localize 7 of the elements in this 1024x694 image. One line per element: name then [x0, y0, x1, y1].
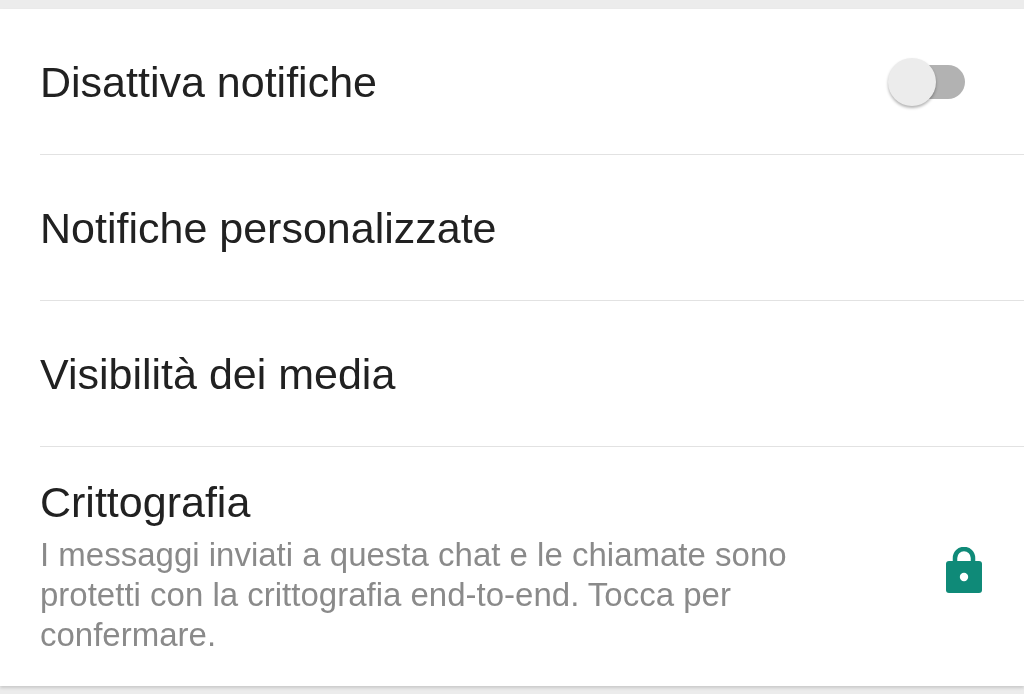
setting-title[interactable]: Visibilità dei media — [40, 347, 396, 400]
lock-icon — [946, 546, 982, 593]
toggle-switch[interactable] — [888, 56, 965, 107]
setting-title[interactable]: Notifiche personalizzate — [40, 201, 497, 254]
setting-description: I messaggi inviati a questa chat e le chiamate sono protetti con la crittografia end-to-end. Tocca per confermare. — [40, 535, 788, 655]
setting-title[interactable]: Crittografia — [40, 476, 251, 528]
setting-title[interactable]: Disattiva notifiche — [40, 55, 377, 108]
